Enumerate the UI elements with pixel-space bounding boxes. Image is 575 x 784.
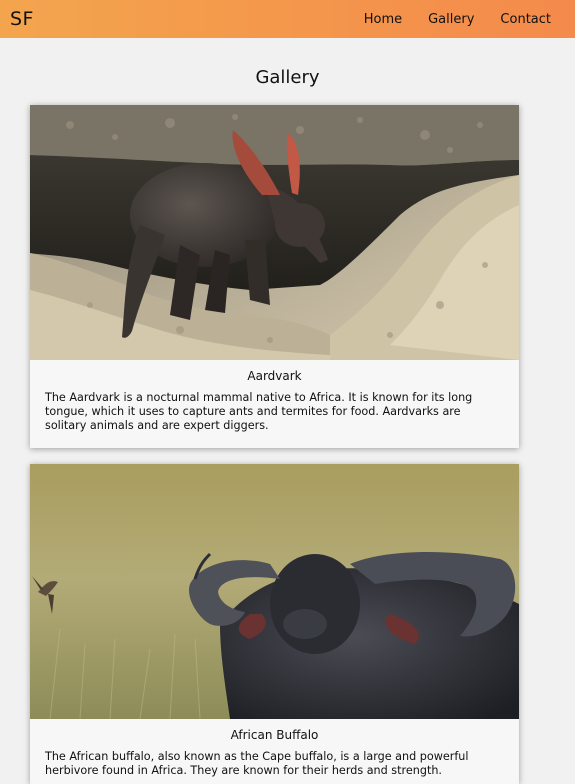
card-description: The Aardvark is a nocturnal mammal nativ… — [45, 391, 473, 433]
aardvark-image — [30, 105, 519, 360]
card-title: Aardvark — [247, 369, 302, 383]
site-brand[interactable]: SF — [10, 8, 34, 30]
page-title: Gallery — [255, 67, 320, 88]
top-navigation-bar: SF Home Gallery Contact — [0, 0, 575, 38]
nav-home-link[interactable]: Home — [364, 13, 402, 26]
nav-contact-link[interactable]: Contact — [500, 13, 551, 26]
main-navigation: Home Gallery Contact — [364, 13, 551, 26]
card-description: The African buffalo, also known as the C… — [45, 750, 469, 778]
nav-gallery-link[interactable]: Gallery — [428, 13, 474, 26]
gallery-card-african-buffalo: African Buffalo The African buffalo, als… — [30, 464, 519, 784]
african-buffalo-image — [30, 464, 519, 719]
gallery-card-aardvark: Aardvark The Aardvark is a nocturnal mam… — [30, 105, 519, 448]
card-title: African Buffalo — [230, 728, 319, 742]
